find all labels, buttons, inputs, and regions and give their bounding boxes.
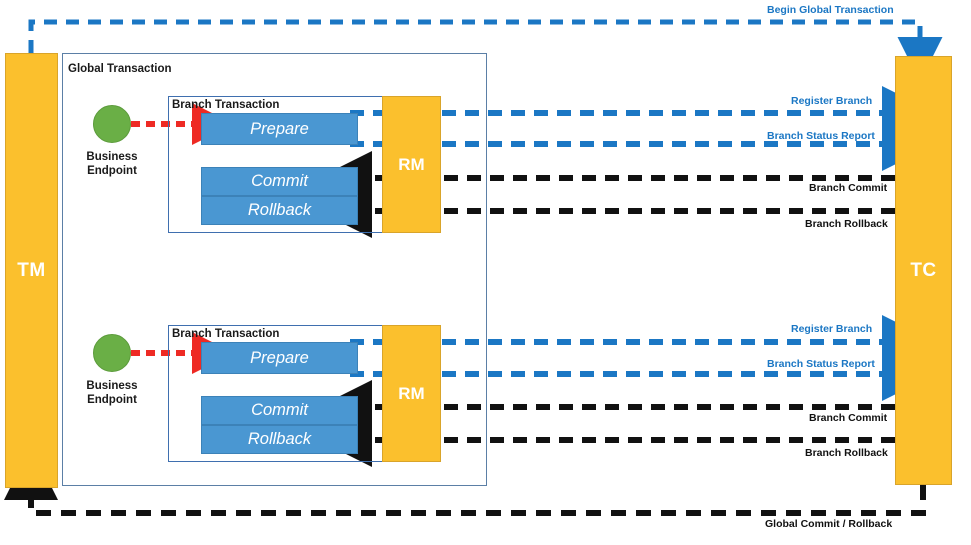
label-branch-rollback-1: Branch Rollback bbox=[805, 218, 888, 230]
label-branch-status-report-1: Branch Status Report bbox=[767, 130, 875, 142]
resource-manager-2[interactable]: RM bbox=[382, 325, 441, 462]
business-endpoint-circle-1[interactable] bbox=[93, 105, 131, 143]
operation-prepare-2[interactable]: Prepare bbox=[201, 342, 358, 374]
business-endpoint-label-1: Business Endpoint bbox=[77, 150, 147, 178]
operation-commit-2[interactable]: Commit bbox=[201, 396, 358, 425]
label-branch-commit-1: Branch Commit bbox=[809, 182, 888, 194]
operation-rollback-1[interactable]: Rollback bbox=[201, 196, 358, 225]
label-branch-rollback-2: Branch Rollback bbox=[805, 447, 888, 459]
label-branch-commit-2: Branch Commit bbox=[809, 412, 888, 424]
operation-prepare-1[interactable]: Prepare bbox=[201, 113, 358, 145]
operation-commit-1[interactable]: Commit bbox=[201, 167, 358, 196]
business-endpoint-line1: Business bbox=[86, 380, 138, 392]
branch-transaction-label-1: Branch Transaction bbox=[172, 99, 280, 111]
label-register-branch-1: Register Branch bbox=[791, 95, 873, 107]
label-begin-global-transaction: Begin Global Transaction bbox=[767, 4, 894, 16]
transaction-coordinator-pillar[interactable]: TC bbox=[895, 56, 952, 485]
transaction-manager-pillar[interactable]: TM bbox=[5, 53, 58, 488]
label-branch-status-report-2: Branch Status Report bbox=[767, 358, 875, 370]
branch-transaction-label-2: Branch Transaction bbox=[172, 328, 280, 340]
label-register-branch-2: Register Branch bbox=[791, 323, 873, 335]
flow-begin-global-transaction bbox=[28, 19, 943, 82]
business-endpoint-circle-2[interactable] bbox=[93, 334, 131, 372]
global-transaction-label: Global Transaction bbox=[68, 63, 172, 75]
diagram-canvas: Global Transaction Branch Transaction Pr… bbox=[0, 0, 971, 545]
business-endpoint-line2: Endpoint bbox=[87, 394, 137, 406]
operation-rollback-2[interactable]: Rollback bbox=[201, 425, 358, 454]
business-endpoint-label-2: Business Endpoint bbox=[77, 379, 147, 407]
flow-global-commit-rollback bbox=[4, 446, 926, 516]
label-global-commit-rollback: Global Commit / Rollback bbox=[765, 518, 893, 530]
business-endpoint-line1: Business bbox=[86, 151, 138, 163]
resource-manager-1[interactable]: RM bbox=[382, 96, 441, 233]
business-endpoint-line2: Endpoint bbox=[87, 165, 137, 177]
